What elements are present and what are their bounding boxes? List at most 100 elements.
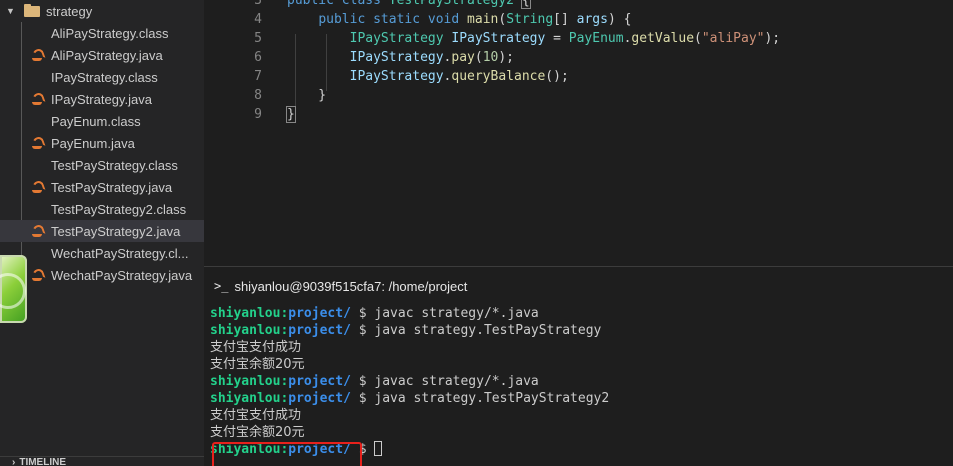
code-token: );	[764, 31, 781, 46]
file-name: PayEnum.java	[51, 135, 135, 151]
class-file-icon	[31, 246, 43, 260]
java-file-icon	[31, 92, 43, 106]
file-item[interactable]: TestPayStrategy2.class	[0, 198, 204, 220]
java-file-icon	[31, 136, 43, 150]
prompt-user: shiyanlou	[210, 306, 281, 321]
file-item[interactable]: PayEnum.class	[0, 110, 204, 132]
file-item[interactable]: TestPayStrategy.java	[0, 176, 204, 198]
line-number: 3	[254, 0, 262, 8]
output-text: 支付宝余额20元	[210, 357, 305, 372]
file-name: IPayStrategy.class	[51, 69, 158, 85]
file-item[interactable]: AliPayStrategy.java	[0, 44, 204, 66]
folder-label: strategy	[46, 3, 93, 19]
java-file-icon	[31, 180, 43, 194]
code-token: class	[341, 0, 389, 8]
terminal-output[interactable]: shiyanlou:project/ $ javac strategy/*.ja…	[210, 305, 950, 466]
file-name: PayEnum.class	[51, 113, 141, 129]
code-text: }	[286, 105, 296, 124]
terminal-output-line: 支付宝支付成功	[210, 339, 950, 356]
prompt-user: shiyanlou	[210, 391, 281, 406]
command-text: javac strategy/*.java	[374, 306, 539, 321]
prompt-path: project/	[288, 323, 351, 338]
line-number: 7	[254, 69, 262, 84]
code-line: 5 IPayStrategy IPayStrategy = PayEnum.ge…	[204, 29, 953, 48]
prompt-symbol: $	[350, 306, 375, 321]
code-token: );	[498, 50, 514, 65]
class-file-icon	[31, 114, 43, 128]
terminal-tab[interactable]: >_ shiyanlou@9039f515cfa7: /home/project	[214, 277, 467, 295]
prompt-path: project/	[288, 391, 351, 406]
code-token: {	[520, 0, 531, 9]
code-token: ) {	[607, 12, 632, 27]
file-name: AliPayStrategy.java	[51, 47, 163, 63]
code-token: args	[576, 12, 608, 27]
file-item[interactable]: IPayStrategy.java	[0, 88, 204, 110]
floating-app-icon[interactable]	[0, 255, 27, 323]
file-item[interactable]: TestPayStrategy2.java	[0, 220, 204, 242]
code-token: IPayStrategy	[349, 69, 444, 84]
terminal-panel[interactable]: >_ shiyanlou@9039f515cfa7: /home/project…	[204, 266, 953, 466]
folder-strategy[interactable]: ▼ strategy	[0, 0, 204, 22]
terminal-command-line: shiyanlou:project/ $ java strategy.TestP…	[210, 322, 950, 339]
terminal-output-line: 支付宝余额20元	[210, 424, 950, 441]
code-token: PayEnum	[568, 31, 624, 46]
highlight-annotation-box	[212, 442, 362, 466]
chevron-right-icon: ›	[12, 457, 16, 466]
command-text: javac strategy/*.java	[374, 374, 539, 389]
chevron-down-icon: ▼	[6, 6, 15, 16]
code-text: public class TestPayStrategy2 {	[287, 0, 531, 10]
line-number: 4	[254, 12, 262, 27]
code-token: (	[474, 50, 483, 65]
file-item[interactable]: WechatPayStrategy.cl...	[0, 242, 204, 264]
code-token: }	[286, 106, 296, 123]
prompt-user: shiyanlou	[210, 323, 281, 338]
code-token: String	[506, 12, 554, 27]
code-token: (	[498, 12, 507, 27]
file-item[interactable]: PayEnum.java	[0, 132, 204, 154]
code-token: pay	[451, 50, 475, 65]
file-item[interactable]: IPayStrategy.class	[0, 66, 204, 88]
file-item[interactable]: TestPayStrategy.class	[0, 154, 204, 176]
code-token: TestPayStrategy2	[388, 0, 522, 8]
code-token: (	[694, 31, 702, 46]
file-name: WechatPayStrategy.cl...	[51, 245, 189, 261]
code-line: 3 public class TestPayStrategy2 {	[204, 0, 953, 10]
code-token: []	[553, 12, 577, 27]
terminal-output-line: 支付宝支付成功	[210, 407, 950, 424]
prompt-symbol: $	[350, 391, 375, 406]
code-line: 4 public static void main(String[] args)…	[204, 10, 953, 29]
output-text: 支付宝支付成功	[210, 340, 302, 355]
code-token: getValue	[631, 31, 695, 46]
file-name: WechatPayStrategy.java	[51, 267, 193, 283]
terminal-icon: >_	[214, 279, 229, 293]
prompt-user: shiyanlou	[210, 374, 281, 389]
timeline-section-header[interactable]: › TIMELINE	[0, 456, 204, 466]
java-file-icon	[31, 268, 43, 282]
terminal-command-line: shiyanlou:project/ $ javac strategy/*.ja…	[210, 373, 950, 390]
code-token: ();	[545, 69, 569, 84]
file-name: IPayStrategy.java	[51, 91, 152, 107]
class-file-icon	[31, 158, 43, 172]
code-token: queryBalance	[451, 69, 546, 84]
file-item[interactable]: AliPayStrategy.class	[0, 22, 204, 44]
output-text: 支付宝支付成功	[210, 408, 302, 423]
explorer-sidebar: ▼ strategy AliPayStrategy.class AliPayStr…	[0, 0, 204, 466]
file-name: TestPayStrategy.java	[51, 179, 173, 195]
file-name: AliPayStrategy.class	[51, 25, 169, 41]
file-item[interactable]: WechatPayStrategy.java	[0, 264, 204, 286]
code-editor[interactable]: 3 public class TestPayStrategy2 {4 public…	[204, 0, 953, 266]
code-token: static	[373, 12, 428, 27]
command-text: java strategy.TestPayStrategy2	[374, 391, 610, 406]
file-name: TestPayStrategy.class	[51, 157, 178, 173]
prompt-symbol: $	[350, 374, 375, 389]
code-line: 9}	[204, 105, 953, 124]
file-list: AliPayStrategy.class AliPayStrategy.java I…	[0, 22, 204, 286]
code-line: 7 IPayStrategy.queryBalance();	[204, 67, 953, 86]
file-name: TestPayStrategy2.class	[51, 201, 187, 217]
command-text: java strategy.TestPayStrategy	[374, 323, 602, 338]
code-token: IPayStrategy	[451, 31, 546, 46]
